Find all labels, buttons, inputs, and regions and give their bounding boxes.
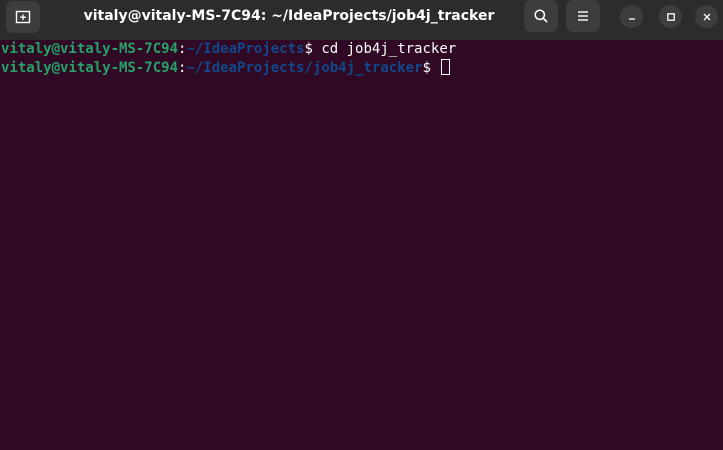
title-bar: vitaly@vitaly-MS-7C94: ~/IdeaProjects/jo… [0,0,723,40]
search-button[interactable] [524,0,558,32]
prompt-user-host: vitaly@vitaly-MS-7C94 [1,41,179,57]
close-button[interactable] [695,5,718,28]
maximize-button[interactable] [659,5,682,28]
prompt-path: ~/IdeaProjects [186,41,305,57]
close-icon [703,13,710,20]
hamburger-menu-icon [578,11,588,21]
prompt-user-host: vitaly@vitaly-MS-7C94 [1,60,179,76]
prompt-dollar: $ [304,41,313,57]
terminal-window: vitaly@vitaly-MS-7C94: ~/IdeaProjects/jo… [0,0,723,450]
maximize-icon [666,12,675,21]
terminal-line: vitaly@vitaly-MS-7C94:~/IdeaProjects/job… [1,59,451,78]
command-text [431,60,439,76]
prompt-path: ~/IdeaProjects/job4j_tracker [186,60,423,76]
terminal-output[interactable]: vitaly@vitaly-MS-7C94:~/IdeaProjects$ cd… [0,40,723,450]
minimize-icon [628,17,635,20]
new-tab-icon [15,10,31,24]
text-cursor [441,59,451,75]
terminal-line: vitaly@vitaly-MS-7C94:~/IdeaProjects$ cd… [1,40,456,59]
command-text: cd job4j_tracker [312,41,457,57]
search-icon [534,9,548,23]
minimize-button[interactable] [620,5,643,28]
new-tab-button[interactable] [6,1,40,33]
window-title: vitaly@vitaly-MS-7C94: ~/IdeaProjects/jo… [83,8,495,24]
prompt-dollar: $ [422,60,431,76]
menu-button[interactable] [566,0,600,32]
